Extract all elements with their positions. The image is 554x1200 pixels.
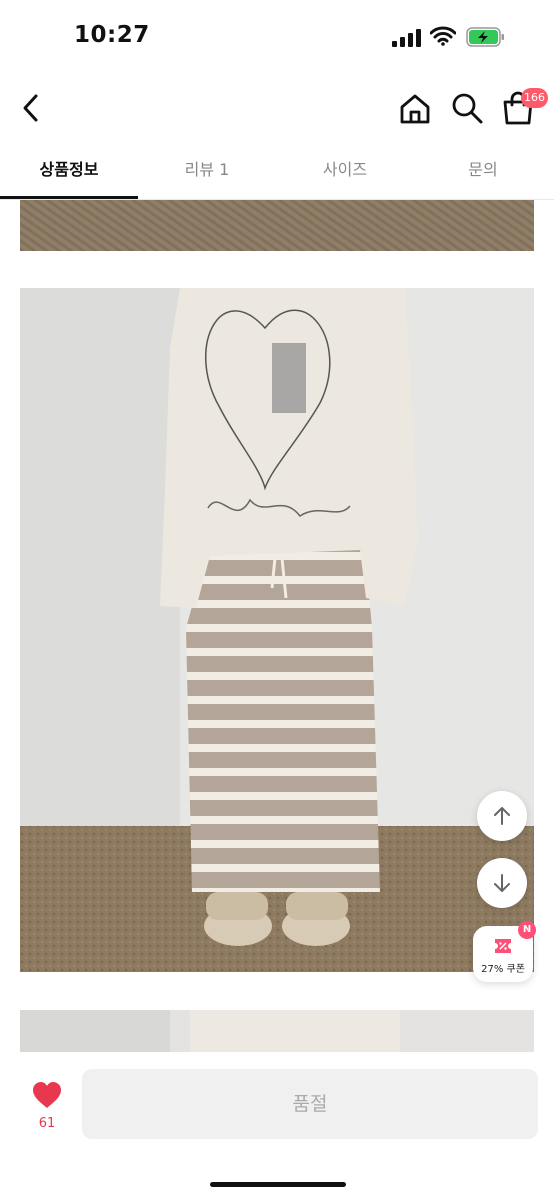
- arrow-down-icon: [494, 874, 510, 892]
- signal-icon: [392, 29, 421, 47]
- cart-count-badge: 166: [521, 88, 548, 108]
- scroll-bottom-button[interactable]: [477, 858, 527, 908]
- heart-icon: [33, 1082, 61, 1108]
- scroll-top-button[interactable]: [477, 791, 527, 841]
- back-icon[interactable]: [18, 90, 46, 126]
- battery-icon: [466, 27, 504, 47]
- app-header: [0, 74, 554, 144]
- product-photo-top: [20, 200, 534, 251]
- coupon-label: 27% 쿠폰: [481, 964, 525, 975]
- tab-product-info[interactable]: 상품정보: [0, 144, 138, 200]
- arrow-up-icon: [494, 807, 510, 825]
- home-indicator: [210, 1182, 346, 1187]
- product-tabs: 상품정보 리뷰 1 사이즈 문의: [0, 144, 554, 200]
- bottom-action-bar: 61 품절: [0, 1052, 554, 1200]
- status-bar: 10:27: [0, 0, 554, 74]
- tab-inquiry[interactable]: 문의: [414, 144, 552, 200]
- coupon-icon: [495, 939, 511, 953]
- like-count: 61: [38, 1116, 56, 1131]
- coupon-new-badge: N: [518, 921, 536, 939]
- active-tab-indicator: [0, 196, 138, 199]
- search-icon[interactable]: [450, 90, 484, 126]
- like-button[interactable]: 61: [30, 1080, 64, 1142]
- tab-reviews[interactable]: 리뷰 1: [138, 144, 276, 200]
- status-time: 10:27: [74, 22, 150, 48]
- product-photo-illustration: [20, 288, 534, 972]
- sold-out-button[interactable]: 품절: [82, 1069, 538, 1139]
- home-icon[interactable]: [398, 92, 432, 126]
- tab-size[interactable]: 사이즈: [276, 144, 414, 200]
- wifi-icon: [430, 26, 456, 46]
- product-photo-main: [20, 288, 534, 972]
